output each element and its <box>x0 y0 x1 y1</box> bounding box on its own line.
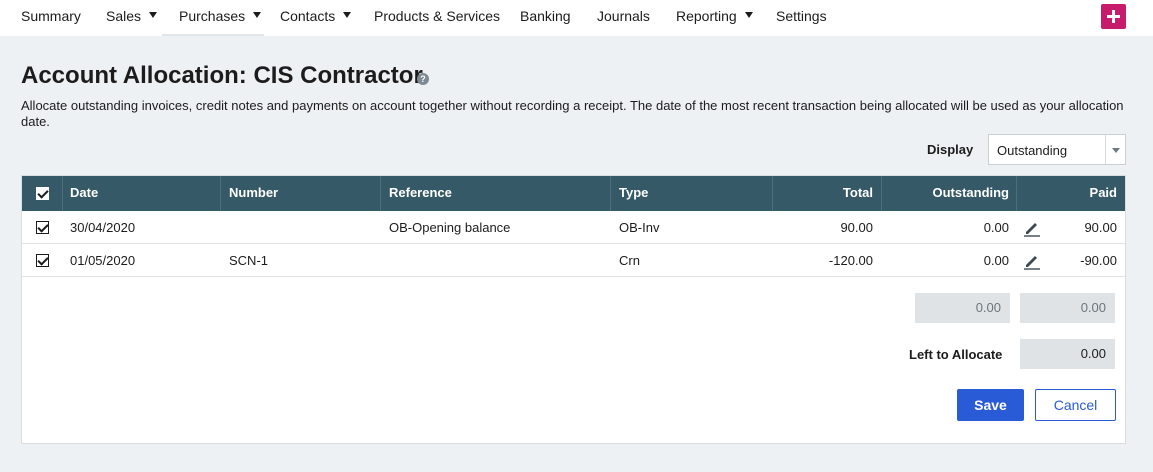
nav-sales[interactable]: Sales <box>106 0 158 36</box>
page-title: Account Allocation: CIS Contractor <box>21 62 423 89</box>
cell-type: Crn <box>619 253 640 268</box>
display-label: Display <box>927 142 974 157</box>
allocation-panel: Date Number Reference Type Total Outstan… <box>21 175 1126 444</box>
column-divider <box>220 176 221 211</box>
outstanding-total-field: 0.00 <box>915 293 1010 323</box>
cell-outstanding: 0.00 <box>983 253 1009 268</box>
nav-products-services[interactable]: Products & Services <box>374 0 500 36</box>
chevron-down-icon <box>1105 135 1125 164</box>
cell-outstanding: 0.00 <box>983 220 1009 235</box>
caret-down-icon <box>744 12 753 19</box>
col-header-outstanding[interactable]: Outstanding <box>881 176 1009 211</box>
cell-type: OB-Inv <box>619 220 660 235</box>
left-to-allocate-label: Left to Allocate <box>909 347 1003 362</box>
column-divider <box>62 176 63 211</box>
caret-down-icon <box>253 12 262 19</box>
cell-total: -120.00 <box>828 253 873 268</box>
left-to-allocate-field: 0.00 <box>1020 339 1115 369</box>
display-selected-value: Outstanding <box>997 143 1068 158</box>
nav-reporting[interactable]: Reporting <box>676 0 753 36</box>
col-header-reference[interactable]: Reference <box>389 176 452 211</box>
table-row[interactable]: 30/04/2020 OB-Opening balance OB-Inv 90.… <box>22 211 1125 244</box>
cell-number: SCN-1 <box>229 253 269 268</box>
select-all-checkbox[interactable] <box>36 187 49 200</box>
caret-down-icon <box>343 12 352 19</box>
table-header: Date Number Reference Type Total Outstan… <box>22 176 1125 211</box>
nav-purchases[interactable]: Purchases <box>179 0 262 36</box>
page-description: Allocate outstanding invoices, credit no… <box>21 98 1124 129</box>
nav-summary[interactable]: Summary <box>21 0 81 36</box>
cell-paid: 90.00 <box>1084 220 1117 235</box>
save-button[interactable]: Save <box>957 389 1024 421</box>
col-header-number[interactable]: Number <box>229 176 278 211</box>
cell-date: 30/04/2020 <box>70 220 136 235</box>
nav-contacts[interactable]: Contacts <box>280 0 352 36</box>
plus-icon[interactable] <box>1101 4 1126 29</box>
caret-down-icon <box>149 12 158 19</box>
display-select[interactable]: Outstanding <box>988 134 1126 165</box>
nav-active-indicator <box>162 34 264 36</box>
paid-total-field: 0.00 <box>1020 293 1115 323</box>
col-header-total[interactable]: Total <box>772 176 873 211</box>
nav-journals[interactable]: Journals <box>597 0 650 36</box>
cell-date: 01/05/2020 <box>70 253 136 268</box>
cell-total: 90.00 <box>840 220 873 235</box>
column-divider <box>380 176 381 211</box>
col-header-paid[interactable]: Paid <box>1016 176 1117 211</box>
cell-paid: -90.00 <box>1080 253 1117 268</box>
column-divider <box>610 176 611 211</box>
help-icon[interactable]: ? <box>417 73 429 85</box>
col-header-date[interactable]: Date <box>70 176 98 211</box>
row-checkbox[interactable] <box>36 221 49 234</box>
col-header-type[interactable]: Type <box>619 176 648 211</box>
nav-settings[interactable]: Settings <box>776 0 827 36</box>
row-checkbox[interactable] <box>36 254 49 267</box>
cancel-button[interactable]: Cancel <box>1035 389 1116 421</box>
nav-banking[interactable]: Banking <box>520 0 571 36</box>
table-row[interactable]: 01/05/2020 SCN-1 Crn -120.00 0.00 -90.00 <box>22 244 1125 277</box>
top-nav: Summary Sales Purchases Contacts Product… <box>0 0 1153 36</box>
cell-reference: OB-Opening balance <box>389 220 511 235</box>
